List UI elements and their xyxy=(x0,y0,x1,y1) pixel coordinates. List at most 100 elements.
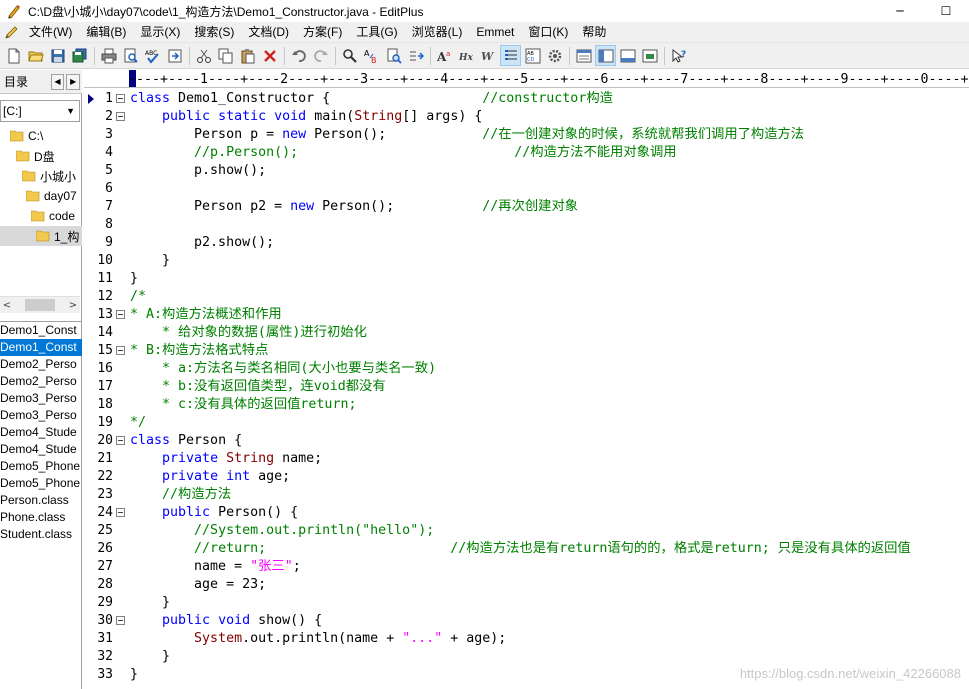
code-area[interactable]: 1 class Demo1_Constructor { //constructor… xyxy=(84,90,969,689)
code-line[interactable]: 9 p2.show(); xyxy=(84,234,969,252)
code-line[interactable]: 25 //System.out.println("hello"); xyxy=(84,522,969,540)
file-item[interactable]: Demo2_Perso xyxy=(0,373,82,390)
directory-window-icon[interactable] xyxy=(573,45,594,66)
drive-select[interactable]: [C:] ▼ xyxy=(0,100,80,122)
file-item[interactable]: Demo5_Phone xyxy=(0,458,82,475)
help-icon[interactable]: ? xyxy=(668,45,689,66)
file-item[interactable]: Demo3_Perso xyxy=(0,390,82,407)
menu-help[interactable]: 帮助 xyxy=(575,22,613,43)
tab-next-button[interactable]: ▶ xyxy=(66,73,81,90)
cut-icon[interactable] xyxy=(193,45,214,66)
file-item[interactable]: Demo4_Stude xyxy=(0,424,82,441)
fold-toggle-icon[interactable] xyxy=(116,94,125,103)
menu-emmet[interactable]: Emmet xyxy=(469,22,521,43)
save-all-icon[interactable] xyxy=(69,45,90,66)
menu-tools[interactable]: 工具(G) xyxy=(349,22,404,43)
file-item[interactable]: Demo4_Stude xyxy=(0,441,82,458)
folder-item[interactable]: C:\ xyxy=(0,126,82,146)
font-icon[interactable]: Aa xyxy=(434,45,455,66)
code-line[interactable]: 7 Person p2 = new Person(); //再次创建对象 xyxy=(84,198,969,216)
file-item[interactable]: Student.class xyxy=(0,526,82,543)
find-icon[interactable] xyxy=(339,45,360,66)
browser-icon[interactable] xyxy=(164,45,185,66)
folder-tree-scrollbar[interactable]: < > xyxy=(0,296,80,313)
fullscreen-icon[interactable] xyxy=(639,45,660,66)
code-line[interactable]: 17 * b:没有返回值类型，连void都没有 xyxy=(84,378,969,396)
fold-toggle-icon[interactable] xyxy=(116,616,125,625)
menu-search[interactable]: 搜索(S) xyxy=(187,22,241,43)
code-line[interactable]: 15 * B:构造方法格式特点 xyxy=(84,342,969,360)
file-item[interactable]: Phone.class xyxy=(0,509,82,526)
fold-toggle-icon[interactable] xyxy=(116,346,125,355)
code-line[interactable]: 3 Person p = new Person(); //在一创建对象的时候，系… xyxy=(84,126,969,144)
column-select-icon[interactable]: AB CD xyxy=(522,45,543,66)
code-line[interactable]: 4 //p.Person(); //构造方法不能用对象调用 xyxy=(84,144,969,162)
goto-line-icon[interactable] xyxy=(405,45,426,66)
code-line[interactable]: 13 * A:构造方法概述和作用 xyxy=(84,306,969,324)
fold-toggle-icon[interactable] xyxy=(116,508,125,517)
code-line[interactable]: 5 p.show(); xyxy=(84,162,969,180)
scrollbar-thumb[interactable] xyxy=(25,299,55,311)
folder-item-selected[interactable]: 1_构 xyxy=(0,226,82,246)
code-line[interactable]: 6 xyxy=(84,180,969,198)
code-line[interactable]: 24 public Person() { xyxy=(84,504,969,522)
menu-view[interactable]: 显示(X) xyxy=(133,22,187,43)
code-line[interactable]: 11} xyxy=(84,270,969,288)
folder-item[interactable]: day07 xyxy=(0,186,82,206)
code-line[interactable]: 20 class Person { xyxy=(84,432,969,450)
code-line[interactable]: 32 } xyxy=(84,648,969,666)
save-icon[interactable] xyxy=(47,45,68,66)
folder-item[interactable]: code xyxy=(0,206,82,226)
file-item[interactable]: Demo5_Phone xyxy=(0,475,82,492)
file-item[interactable]: Person.class xyxy=(0,492,82,509)
code-line[interactable]: 12 /* xyxy=(84,288,969,306)
code-line[interactable]: 23 //构造方法 xyxy=(84,486,969,504)
scroll-right-icon[interactable]: > xyxy=(66,300,80,311)
scroll-left-icon[interactable]: < xyxy=(0,300,14,311)
tab-directory[interactable]: 目录 xyxy=(0,73,51,90)
code-line[interactable]: 27 name = "张三"; xyxy=(84,558,969,576)
file-item[interactable]: Demo2_Perso xyxy=(0,356,82,373)
menu-document[interactable]: 文档(D) xyxy=(241,22,296,43)
menu-window[interactable]: 窗口(K) xyxy=(521,22,575,43)
code-line[interactable]: 8 xyxy=(84,216,969,234)
open-folder-icon[interactable] xyxy=(25,45,46,66)
menu-project[interactable]: 方案(F) xyxy=(296,22,349,43)
print-preview-icon[interactable] xyxy=(120,45,141,66)
tab-prev-button[interactable]: ◀ xyxy=(50,73,65,90)
code-line[interactable]: 22 private int age; xyxy=(84,468,969,486)
code-line[interactable]: 2 public static void main(String[] args)… xyxy=(84,108,969,126)
code-line[interactable]: 21 private String name; xyxy=(84,450,969,468)
undo-icon[interactable] xyxy=(288,45,309,66)
redo-icon[interactable] xyxy=(310,45,331,66)
code-line[interactable]: 19 */ xyxy=(84,414,969,432)
code-line[interactable]: 16 * a:方法名与类名相同(大小也要与类名一致) xyxy=(84,360,969,378)
spellcheck-icon[interactable]: ABC xyxy=(142,45,163,66)
maximize-button[interactable]: ☐ xyxy=(923,0,969,22)
minimize-button[interactable]: ─ xyxy=(877,0,923,22)
replace-icon[interactable]: AB xyxy=(361,45,382,66)
code-line[interactable]: 31 System.out.println(name + "..." + age… xyxy=(84,630,969,648)
file-item-selected[interactable]: Demo1_Const xyxy=(0,339,82,356)
code-line[interactable]: 10 } xyxy=(84,252,969,270)
menu-edit[interactable]: 编辑(B) xyxy=(79,22,133,43)
new-file-icon[interactable] xyxy=(3,45,24,66)
preferences-icon[interactable] xyxy=(544,45,565,66)
folder-item[interactable]: 小城小 xyxy=(0,166,82,186)
cliptext-icon[interactable] xyxy=(595,45,616,66)
delete-icon[interactable] xyxy=(259,45,280,66)
code-line[interactable]: 18 * c:没有具体的返回值return; xyxy=(84,396,969,414)
print-icon[interactable] xyxy=(98,45,119,66)
file-item[interactable]: Demo3_Perso xyxy=(0,407,82,424)
code-line[interactable]: 14 * 给对象的数据(属性)进行初始化 xyxy=(84,324,969,342)
line-number-icon[interactable] xyxy=(500,45,521,66)
code-line[interactable]: 29 } xyxy=(84,594,969,612)
menu-browser[interactable]: 浏览器(L) xyxy=(405,22,470,43)
hex-icon[interactable]: Hx xyxy=(456,45,477,66)
find-in-files-icon[interactable] xyxy=(383,45,404,66)
folder-item[interactable]: D盘 xyxy=(0,146,82,166)
copy-icon[interactable] xyxy=(215,45,236,66)
word-wrap-icon[interactable]: W xyxy=(478,45,499,66)
code-line[interactable]: 28 age = 23; xyxy=(84,576,969,594)
fold-toggle-icon[interactable] xyxy=(116,436,125,445)
